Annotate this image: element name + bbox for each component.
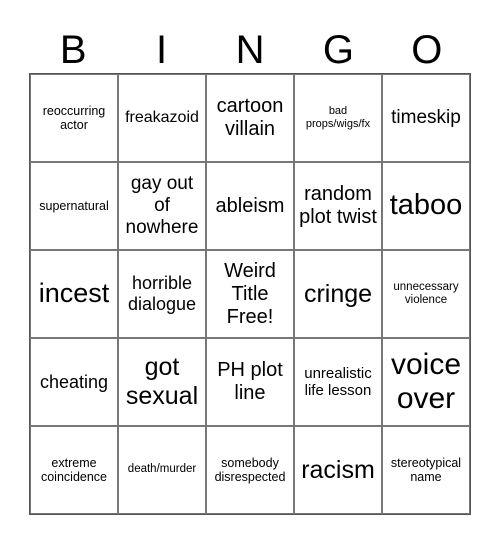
- bingo-cell[interactable]: extreme coincidence: [30, 426, 118, 514]
- bingo-cell[interactable]: cartoon villain: [206, 74, 294, 162]
- bingo-cell[interactable]: random plot twist: [294, 162, 382, 250]
- bingo-cell[interactable]: supernatural: [30, 162, 118, 250]
- bingo-cell[interactable]: racism: [294, 426, 382, 514]
- bingo-cell[interactable]: ableism: [206, 162, 294, 250]
- bingo-cell[interactable]: PH plot line: [206, 338, 294, 426]
- header-letter: G: [322, 28, 354, 72]
- header-letter: O: [411, 28, 443, 72]
- header-letter: N: [235, 28, 265, 72]
- header-letter: B: [59, 28, 87, 72]
- bingo-cell[interactable]: got sexual: [118, 338, 206, 426]
- header-letter: I: [156, 28, 168, 72]
- bingo-cell[interactable]: gay out of nowhere: [118, 162, 206, 250]
- bingo-cell[interactable]: timeskip: [382, 74, 470, 162]
- bingo-cell[interactable]: cringe: [294, 250, 382, 338]
- bingo-cell[interactable]: somebody disrespected: [206, 426, 294, 514]
- bingo-cell[interactable]: death/murder: [118, 426, 206, 514]
- bingo-cell[interactable]: stereotypical name: [382, 426, 470, 514]
- bingo-header: B I N G O: [29, 26, 471, 74]
- bingo-cell[interactable]: unnecessary violence: [382, 250, 470, 338]
- bingo-cell[interactable]: taboo: [382, 162, 470, 250]
- bingo-cell[interactable]: freakazoid: [118, 74, 206, 162]
- bingo-cell[interactable]: cheating: [30, 338, 118, 426]
- bingo-cell[interactable]: reoccurring actor: [30, 74, 118, 162]
- bingo-cell[interactable]: bad props/wigs/fx: [294, 74, 382, 162]
- bingo-cell[interactable]: horrible dialogue: [118, 250, 206, 338]
- bingo-grid: reoccurring actor freakazoid cartoon vil…: [29, 73, 471, 515]
- bingo-cell[interactable]: incest: [30, 250, 118, 338]
- bingo-cell[interactable]: unrealistic life lesson: [294, 338, 382, 426]
- bingo-cell[interactable]: Weird Title Free!: [206, 250, 294, 338]
- bingo-cell[interactable]: voice over: [382, 338, 470, 426]
